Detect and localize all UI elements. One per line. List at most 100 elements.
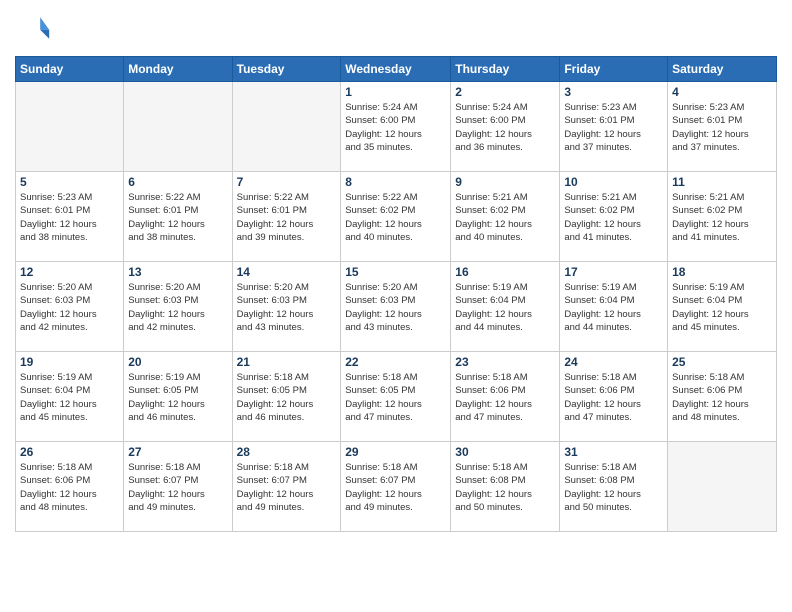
calendar-cell: 4 Sunrise: 5:23 AM Sunset: 6:01 PM Daylig… [668,82,777,172]
week-row-0: 1 Sunrise: 5:24 AM Sunset: 6:00 PM Daylig… [16,82,777,172]
day-info: Sunrise: 5:22 AM Sunset: 6:01 PM Dayligh… [237,191,337,244]
calendar-cell: 21Sunrise: 5:18 AM Sunset: 6:05 PM Dayli… [232,352,341,442]
day-number: 7 [237,175,337,189]
day-number: 5 [20,175,119,189]
day-info: Sunrise: 5:20 AM Sunset: 6:03 PM Dayligh… [345,281,446,334]
calendar-cell: 22 Sunrise: 5:18 AM Sunset: 6:05 PM Dayli… [341,352,451,442]
calendar-cell: 11 Sunrise: 5:21 AM Sunset: 6:02 PM Dayli… [668,172,777,262]
calendar-cell [124,82,232,172]
calendar-cell: 18 Sunrise: 5:19 AM Sunset: 6:04 PM Dayli… [668,262,777,352]
week-row-1: 5 Sunrise: 5:23 AM Sunset: 6:01 PM Daylig… [16,172,777,262]
day-number: 2 [455,85,555,99]
calendar-cell: 1Sunrise: 5:24 AM Sunset: 6:00 PM Daylig… [341,82,451,172]
day-number: 24 [564,355,663,369]
day-info: Sunrise: 5:23 AM Sunset: 6:01 PM Dayligh… [20,191,119,244]
day-number: 1 [345,85,446,99]
day-number: 18 [672,265,772,279]
calendar-cell: 12Sunrise: 5:20 AM Sunset: 6:03 PM Dayli… [16,262,124,352]
logo-icon [15,10,51,46]
weekday-header-friday: Friday [560,57,668,82]
day-info: Sunrise: 5:18 AM Sunset: 6:06 PM Dayligh… [564,371,663,424]
calendar-cell: 3 Sunrise: 5:23 AM Sunset: 6:01 PM Daylig… [560,82,668,172]
day-info: Sunrise: 5:18 AM Sunset: 6:08 PM Dayligh… [455,461,555,514]
day-info: Sunrise: 5:19 AM Sunset: 6:04 PM Dayligh… [672,281,772,334]
weekday-header-monday: Monday [124,57,232,82]
day-number: 29 [345,445,446,459]
day-info: Sunrise: 5:19 AM Sunset: 6:04 PM Dayligh… [564,281,663,334]
day-number: 22 [345,355,446,369]
calendar-cell: 10Sunrise: 5:21 AM Sunset: 6:02 PM Dayli… [560,172,668,262]
day-number: 20 [128,355,227,369]
calendar-cell: 16 Sunrise: 5:19 AM Sunset: 6:04 PM Dayli… [451,262,560,352]
calendar-cell: 29 Sunrise: 5:18 AM Sunset: 6:07 PM Dayli… [341,442,451,532]
day-info: Sunrise: 5:18 AM Sunset: 6:07 PM Dayligh… [345,461,446,514]
week-row-2: 12Sunrise: 5:20 AM Sunset: 6:03 PM Dayli… [16,262,777,352]
day-number: 15 [345,265,446,279]
calendar-cell [232,82,341,172]
day-number: 31 [564,445,663,459]
day-info: Sunrise: 5:21 AM Sunset: 6:02 PM Dayligh… [564,191,663,244]
header [15,10,777,46]
calendar-cell: 25 Sunrise: 5:18 AM Sunset: 6:06 PM Dayli… [668,352,777,442]
calendar-cell: 5 Sunrise: 5:23 AM Sunset: 6:01 PM Daylig… [16,172,124,262]
day-info: Sunrise: 5:24 AM Sunset: 6:00 PM Dayligh… [455,101,555,154]
day-info: Sunrise: 5:22 AM Sunset: 6:02 PM Dayligh… [345,191,446,244]
day-number: 13 [128,265,227,279]
day-number: 17 [564,265,663,279]
day-info: Sunrise: 5:18 AM Sunset: 6:06 PM Dayligh… [455,371,555,424]
day-info: Sunrise: 5:18 AM Sunset: 6:06 PM Dayligh… [20,461,119,514]
day-info: Sunrise: 5:23 AM Sunset: 6:01 PM Dayligh… [564,101,663,154]
day-number: 27 [128,445,227,459]
calendar-cell [668,442,777,532]
day-number: 14 [237,265,337,279]
day-number: 11 [672,175,772,189]
calendar-cell: 27Sunrise: 5:18 AM Sunset: 6:07 PM Dayli… [124,442,232,532]
day-info: Sunrise: 5:20 AM Sunset: 6:03 PM Dayligh… [237,281,337,334]
day-info: Sunrise: 5:21 AM Sunset: 6:02 PM Dayligh… [455,191,555,244]
calendar-cell: 7 Sunrise: 5:22 AM Sunset: 6:01 PM Daylig… [232,172,341,262]
day-info: Sunrise: 5:18 AM Sunset: 6:07 PM Dayligh… [237,461,337,514]
weekday-header-tuesday: Tuesday [232,57,341,82]
calendar-cell: 26Sunrise: 5:18 AM Sunset: 6:06 PM Dayli… [16,442,124,532]
calendar-cell: 24 Sunrise: 5:18 AM Sunset: 6:06 PM Dayli… [560,352,668,442]
calendar-cell: 9 Sunrise: 5:21 AM Sunset: 6:02 PM Daylig… [451,172,560,262]
day-number: 3 [564,85,663,99]
day-info: Sunrise: 5:18 AM Sunset: 6:08 PM Dayligh… [564,461,663,514]
calendar-cell: 2 Sunrise: 5:24 AM Sunset: 6:00 PM Daylig… [451,82,560,172]
day-number: 4 [672,85,772,99]
calendar-cell: 20 Sunrise: 5:19 AM Sunset: 6:05 PM Dayli… [124,352,232,442]
day-info: Sunrise: 5:19 AM Sunset: 6:05 PM Dayligh… [128,371,227,424]
day-info: Sunrise: 5:19 AM Sunset: 6:04 PM Dayligh… [455,281,555,334]
calendar-cell: 17 Sunrise: 5:19 AM Sunset: 6:04 PM Dayli… [560,262,668,352]
day-info: Sunrise: 5:23 AM Sunset: 6:01 PM Dayligh… [672,101,772,154]
calendar-cell: 6Sunrise: 5:22 AM Sunset: 6:01 PM Daylig… [124,172,232,262]
calendar-cell: 28Sunrise: 5:18 AM Sunset: 6:07 PM Dayli… [232,442,341,532]
day-info: Sunrise: 5:20 AM Sunset: 6:03 PM Dayligh… [20,281,119,334]
day-info: Sunrise: 5:22 AM Sunset: 6:01 PM Dayligh… [128,191,227,244]
calendar-cell: 13 Sunrise: 5:20 AM Sunset: 6:03 PM Dayli… [124,262,232,352]
day-info: Sunrise: 5:19 AM Sunset: 6:04 PM Dayligh… [20,371,119,424]
day-number: 19 [20,355,119,369]
day-number: 8 [345,175,446,189]
day-number: 23 [455,355,555,369]
weekday-header-wednesday: Wednesday [341,57,451,82]
day-info: Sunrise: 5:21 AM Sunset: 6:02 PM Dayligh… [672,191,772,244]
day-number: 30 [455,445,555,459]
day-number: 21 [237,355,337,369]
day-info: Sunrise: 5:20 AM Sunset: 6:03 PM Dayligh… [128,281,227,334]
calendar: SundayMondayTuesdayWednesdayThursdayFrid… [15,56,777,532]
day-number: 9 [455,175,555,189]
weekday-header-saturday: Saturday [668,57,777,82]
calendar-cell: 23 Sunrise: 5:18 AM Sunset: 6:06 PM Dayli… [451,352,560,442]
day-info: Sunrise: 5:18 AM Sunset: 6:05 PM Dayligh… [345,371,446,424]
day-info: Sunrise: 5:18 AM Sunset: 6:06 PM Dayligh… [672,371,772,424]
day-number: 16 [455,265,555,279]
logo [15,10,55,46]
day-number: 25 [672,355,772,369]
weekday-header-thursday: Thursday [451,57,560,82]
calendar-cell: 31 Sunrise: 5:18 AM Sunset: 6:08 PM Dayli… [560,442,668,532]
week-row-4: 26Sunrise: 5:18 AM Sunset: 6:06 PM Dayli… [16,442,777,532]
calendar-cell [16,82,124,172]
week-row-3: 19 Sunrise: 5:19 AM Sunset: 6:04 PM Dayli… [16,352,777,442]
calendar-cell: 8 Sunrise: 5:22 AM Sunset: 6:02 PM Daylig… [341,172,451,262]
